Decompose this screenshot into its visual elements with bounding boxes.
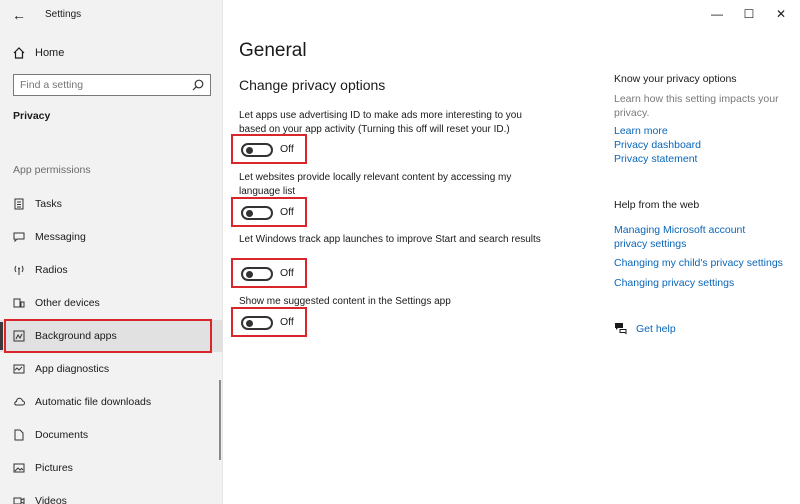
toggle-highlight: Off — [231, 134, 307, 164]
group-title: App permissions — [13, 164, 91, 176]
sidebar-item-label: Radios — [35, 264, 68, 276]
back-arrow-icon[interactable]: ← — [12, 8, 26, 22]
privacy-statement-link[interactable]: Privacy statement — [614, 152, 697, 166]
get-help-link[interactable]: Get help — [636, 322, 676, 336]
option-text-advertising-id: Let apps use advertising ID to make ads … — [239, 110, 522, 135]
privacy-dashboard-link[interactable]: Privacy dashboard — [614, 138, 701, 152]
maximize-icon[interactable]: ☐ — [739, 6, 759, 22]
search-box[interactable] — [13, 74, 211, 96]
home-label: Home — [35, 47, 65, 59]
search-input[interactable] — [14, 75, 184, 95]
sidebar-item-label: Messaging — [35, 231, 86, 243]
sidebar-item-label: Tasks — [35, 198, 62, 210]
sidebar-item-automatic-file-downloads[interactable]: Automatic file downloads — [0, 386, 223, 418]
minimize-icon[interactable]: — — [707, 6, 727, 22]
search-icon[interactable] — [191, 78, 205, 92]
sidebar-item-label: Other devices — [35, 297, 100, 309]
highlight-box — [4, 319, 212, 353]
toggle-state-label: Off — [280, 316, 294, 328]
sidebar-item-pictures[interactable]: Pictures — [0, 452, 223, 484]
help-from-web-heading: Help from the web — [614, 199, 700, 211]
app-diagnostics-icon — [13, 364, 25, 374]
messaging-icon — [13, 232, 25, 243]
help-chat-icon[interactable] — [614, 321, 628, 335]
know-privacy-description: Learn how this setting impacts your priv… — [614, 93, 779, 119]
child-privacy-link[interactable]: Changing my child's privacy settings — [614, 256, 783, 270]
toggle-highlight: Off — [231, 307, 307, 337]
sidebar-scrollbar[interactable] — [219, 380, 221, 460]
app-title: Settings — [45, 9, 82, 20]
radios-icon — [14, 265, 24, 275]
section-subheader: Change privacy options — [239, 77, 386, 93]
sidebar-item-label: Pictures — [35, 462, 73, 474]
sidebar-item-other-devices[interactable]: Other devices — [0, 287, 223, 319]
selection-indicator — [0, 322, 3, 350]
sidebar-item-videos[interactable]: Videos — [0, 485, 223, 504]
toggle-knob — [246, 320, 253, 327]
learn-more-link[interactable]: Learn more — [614, 124, 668, 138]
videos-icon — [13, 497, 25, 504]
sidebar-item-documents[interactable]: Documents — [0, 419, 223, 451]
sidebar-item-label: Automatic file downloads — [35, 396, 152, 408]
sidebar-item-app-diagnostics[interactable]: App diagnostics — [0, 353, 223, 385]
changing-privacy-link[interactable]: Changing privacy settings — [614, 276, 734, 290]
section-title: Privacy — [13, 110, 51, 122]
page-title: General — [239, 40, 307, 61]
sidebar-item-radios[interactable]: Radios — [0, 254, 223, 286]
managing-account-privacy-link[interactable]: Managing Microsoft account privacy setti… — [614, 223, 764, 251]
sidebar-item-label: Videos — [35, 495, 67, 504]
toggle-highlight: Off — [231, 258, 307, 288]
other-devices-icon — [13, 298, 25, 308]
pictures-icon — [13, 463, 25, 473]
advertising-id-toggle[interactable] — [241, 143, 273, 157]
sidebar-item-label: App diagnostics — [35, 363, 110, 375]
suggested-content-toggle[interactable] — [241, 316, 273, 330]
sidebar-item-tasks[interactable]: Tasks — [0, 188, 223, 220]
close-icon[interactable]: ✕ — [771, 6, 791, 22]
toggle-highlight: Off — [231, 197, 307, 227]
language-list-toggle[interactable] — [241, 206, 273, 220]
toggle-knob — [246, 147, 253, 154]
sidebar-item-messaging[interactable]: Messaging — [0, 221, 223, 253]
sidebar: ← Settings Home Privacy App permissions … — [0, 0, 223, 504]
track-launches-toggle[interactable] — [241, 267, 273, 281]
toggle-knob — [246, 210, 253, 217]
toggle-state-label: Off — [280, 267, 294, 279]
home-nav[interactable]: Home — [12, 44, 64, 62]
option-text-language-list: Let websites provide locally relevant co… — [239, 172, 512, 197]
toggle-state-label: Off — [280, 143, 294, 155]
toggle-state-label: Off — [280, 206, 294, 218]
documents-icon — [14, 429, 24, 441]
know-privacy-heading: Know your privacy options — [614, 73, 737, 85]
option-text-track-launches: Let Windows track app launches to improv… — [239, 234, 541, 245]
sidebar-item-label: Documents — [35, 429, 89, 441]
toggle-knob — [246, 271, 253, 278]
cloud-icon — [14, 397, 25, 406]
home-icon — [13, 47, 25, 59]
tasks-icon — [14, 198, 24, 210]
title-bar: ← Settings — [0, 0, 223, 30]
